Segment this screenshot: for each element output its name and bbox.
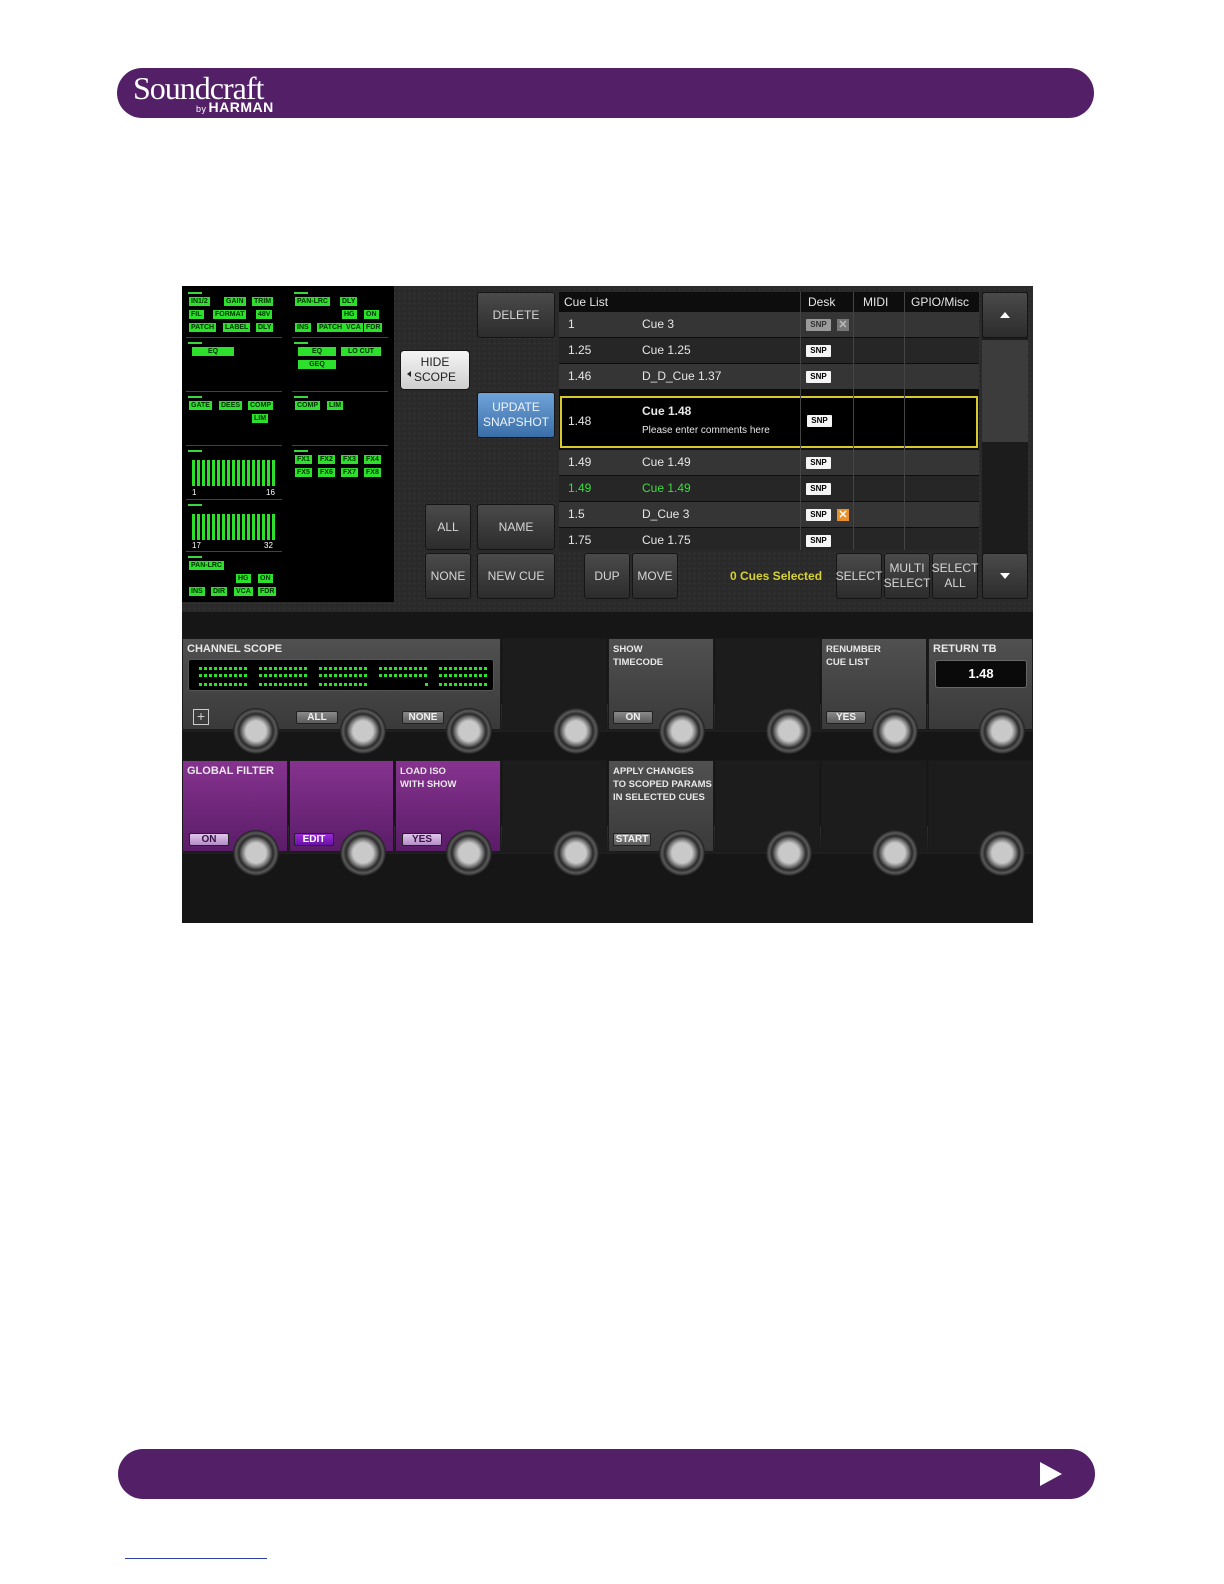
snapshot-badge: SNP — [806, 345, 831, 357]
apply-start-button[interactable]: START — [613, 833, 651, 846]
rotary-knob-2[interactable] — [340, 708, 386, 754]
scope-cell-mix-dynamics[interactable]: COMP LIM — [292, 394, 388, 446]
channel-scope-strip[interactable] — [188, 659, 494, 691]
channel-scope-label: CHANNEL SCOPE — [187, 643, 283, 655]
scope-panel: IN1/2 GAIN TRIM FIL FORMAT 48V PATCH LAB… — [182, 286, 394, 602]
scroll-down-button[interactable] — [982, 553, 1028, 599]
console-screen: IN1/2 GAIN TRIM FIL FORMAT 48V PATCH LAB… — [182, 286, 1033, 923]
arrow-left-icon — [407, 371, 411, 377]
scope-cell-output[interactable]: PAN-LRC HG ON INS DIR VCA FDR — [186, 554, 282, 600]
arrow-down-icon — [1000, 573, 1010, 579]
rotary-knob-11[interactable] — [446, 830, 492, 876]
rotary-panel: CHANNEL SCOPE + ALL NONE SHOW TIMECODE O… — [182, 612, 1033, 923]
rotary-knob-4[interactable] — [553, 708, 599, 754]
table-row-active[interactable]: 1.49 Cue 1.49 SNP — [559, 476, 979, 501]
cue-list-area: IN1/2 GAIN TRIM FIL FORMAT 48V PATCH LAB… — [182, 286, 1033, 612]
rotary-knob-14[interactable] — [766, 830, 812, 876]
move-button[interactable]: MOVE — [632, 553, 678, 599]
footer-banner — [118, 1449, 1095, 1499]
expand-icon[interactable]: + — [193, 709, 209, 725]
rotary-knob-5[interactable] — [659, 708, 705, 754]
rotary-knob-9[interactable] — [233, 830, 279, 876]
snapshot-badge: SNP — [806, 535, 831, 547]
name-button[interactable]: NAME — [477, 504, 555, 550]
table-row[interactable]: 1.5 D_Cue 3 SNP ✕ — [559, 502, 979, 527]
scope-cell-input[interactable]: IN1/2 GAIN TRIM FIL FORMAT 48V PATCH LAB… — [186, 290, 282, 338]
snapshot-badge: SNP — [807, 415, 832, 427]
update-snapshot-button[interactable]: UPDATE SNAPSHOT — [477, 392, 555, 438]
snapshot-badge: SNP — [806, 371, 831, 383]
scope-cell-fx[interactable]: FX1 FX2 FX3 FX4 FX5 FX6 FX7 FX8 — [292, 448, 388, 494]
snapshot-badge: SNP — [806, 457, 831, 469]
scope-cell-aux-17-32[interactable]: 17 32 — [186, 502, 282, 552]
select-all-button[interactable]: SELECT ALL — [932, 553, 978, 599]
rotary-knob-3[interactable] — [446, 708, 492, 754]
header-gpio: GPIO/Misc — [911, 295, 970, 309]
dup-button[interactable]: DUP — [584, 553, 630, 599]
header-cue-list: Cue List — [564, 295, 609, 309]
rotary-knob-13[interactable] — [659, 830, 705, 876]
hide-scope-button[interactable]: HIDE SCOPE — [400, 350, 470, 390]
x-icon[interactable]: ✕ — [837, 319, 849, 331]
timecode-on-button[interactable]: ON — [613, 711, 653, 724]
x-icon[interactable]: ✕ — [837, 509, 849, 521]
snapshot-badge: SNP — [806, 509, 831, 521]
all-button[interactable]: ALL — [425, 504, 471, 550]
global-filter-on-button[interactable]: ON — [189, 833, 229, 846]
rotary-knob-12[interactable] — [553, 830, 599, 876]
rotary-knob-16[interactable] — [979, 830, 1025, 876]
table-row[interactable]: 1.25 Cue 1.25 SNP — [559, 338, 979, 363]
multi-select-button[interactable]: MULTI SELECT — [884, 553, 930, 599]
rotary-knob-7[interactable] — [872, 708, 918, 754]
none-button[interactable]: NONE — [425, 553, 471, 599]
arrow-up-icon — [1000, 312, 1010, 318]
select-button[interactable]: SELECT — [836, 553, 882, 599]
cue-list-table: Cue List Desk MIDI GPIO/Misc 1 Cue 3 SNP… — [559, 292, 979, 550]
table-row[interactable]: 1.49 Cue 1.49 SNP — [559, 450, 979, 475]
cue-comment: Please enter comments here — [642, 425, 770, 436]
return-tb-value: 1.48 — [935, 660, 1027, 688]
scope-all-button[interactable]: ALL — [296, 711, 338, 724]
scope-none-button[interactable]: NONE — [402, 711, 444, 724]
header-midi: MIDI — [863, 295, 889, 309]
selection-status: 0 Cues Selected — [730, 569, 823, 583]
rotary-knob-15[interactable] — [872, 830, 918, 876]
new-cue-button[interactable]: NEW CUE — [477, 553, 555, 599]
scope-cell-eq[interactable]: EQ — [186, 340, 282, 392]
scope-cell-aux-1-16[interactable]: 1 16 — [186, 448, 282, 500]
header-desk: Desk — [808, 295, 836, 309]
table-row[interactable]: 1.46 D_D_Cue 1.37 SNP — [559, 364, 979, 389]
rotary-knob-8[interactable] — [979, 708, 1025, 754]
brand-sub: by HARMAN — [196, 99, 274, 115]
scope-cell-mix[interactable]: PAN-LRC DLY HG ON INS PATCH VCA FDR — [292, 290, 388, 338]
rotary-knob-1[interactable] — [233, 708, 279, 754]
footer-link-underline — [125, 1558, 267, 1559]
table-row-selected[interactable]: 1.48 Cue 1.48 Please enter comments here… — [560, 396, 978, 448]
table-row[interactable]: 1 Cue 3 SNP ✕ — [559, 312, 979, 337]
snapshot-badge: SNP — [806, 319, 831, 331]
rotary-knob-10[interactable] — [340, 830, 386, 876]
edit-button[interactable]: EDIT — [294, 833, 334, 846]
header-banner: Soundcraft by HARMAN — [117, 68, 1094, 118]
scope-cell-dynamics[interactable]: GATE DEES COMP LIM — [186, 394, 282, 446]
load-iso-yes-button[interactable]: YES — [402, 833, 442, 846]
scroll-up-button[interactable] — [982, 292, 1028, 338]
renumber-yes-button[interactable]: YES — [826, 711, 866, 724]
scope-cell-mix-eq[interactable]: EQ LO CUT GEQ — [292, 340, 388, 392]
scroll-thumb[interactable] — [982, 340, 1028, 442]
table-row[interactable]: 1.75 Cue 1.75 SNP — [559, 528, 979, 550]
delete-button[interactable]: DELETE — [477, 292, 555, 338]
next-page-icon[interactable] — [1040, 1462, 1062, 1486]
rotary-knob-6[interactable] — [766, 708, 812, 754]
snapshot-badge: SNP — [806, 483, 831, 495]
